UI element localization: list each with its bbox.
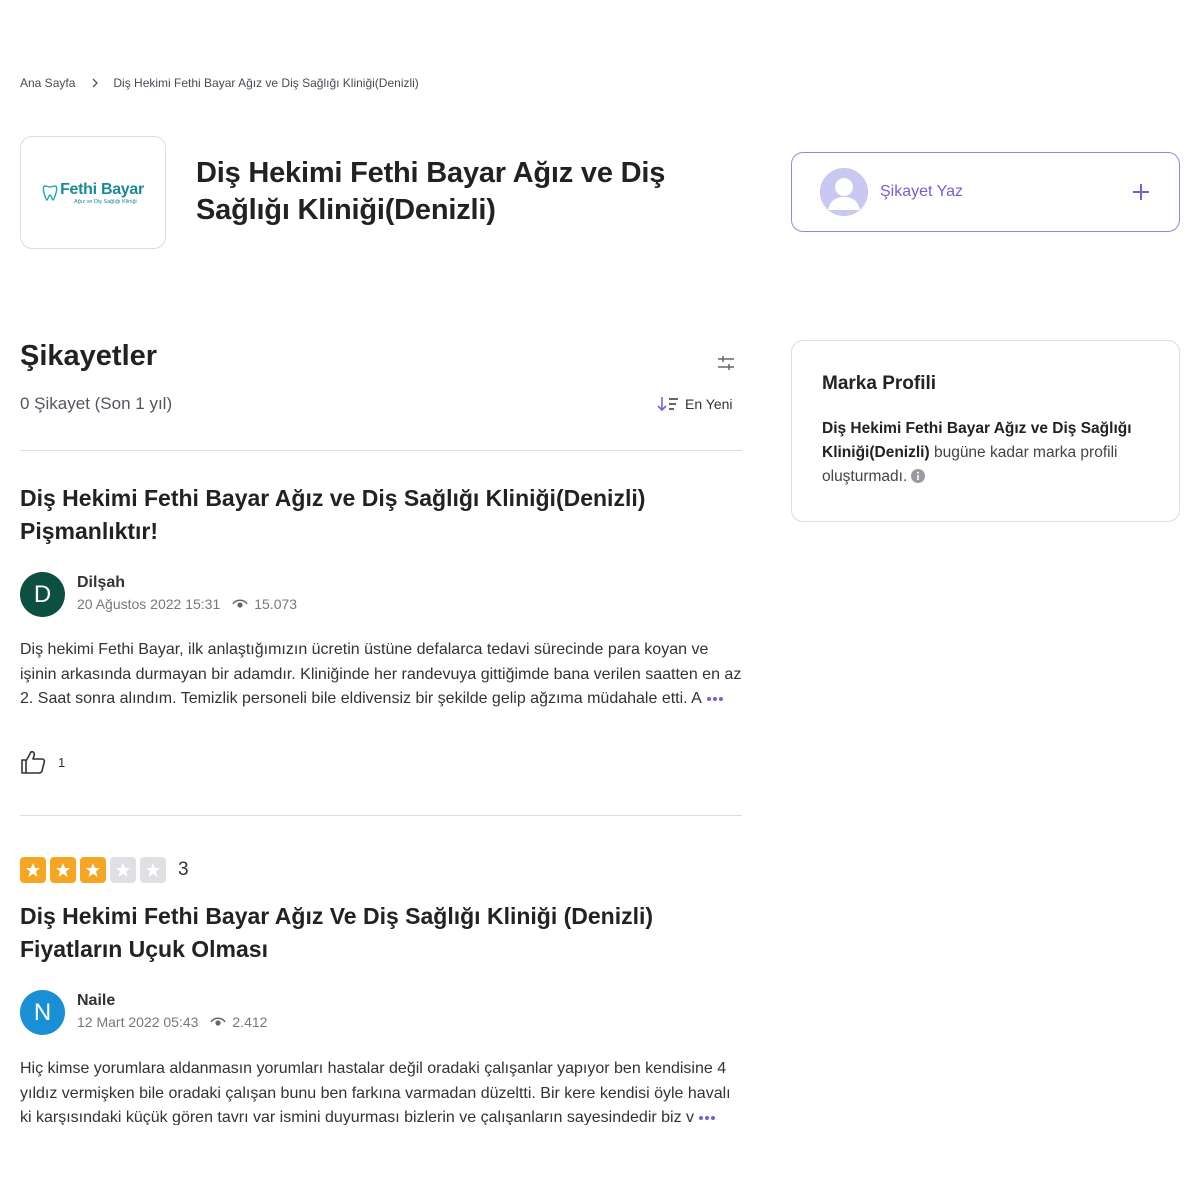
complaint-title[interactable]: Diş Hekimi Fethi Bayar Ağız ve Diş Sağlı…	[20, 482, 740, 548]
brand-profile-card: Marka Profili Diş Hekimi Fethi Bayar Ağı…	[791, 340, 1180, 522]
tooth-icon	[42, 184, 58, 201]
star-filled-icon	[20, 857, 46, 883]
breadcrumb-current: Diş Hekimi Fethi Bayar Ağız ve Diş Sağlı…	[113, 76, 419, 90]
star-rating: 3	[20, 857, 189, 883]
sort-descending-icon	[657, 397, 678, 412]
star-empty-icon	[140, 857, 166, 883]
logo-subtitle: Ağız ve Diş Sağlığı Kliniği	[74, 198, 137, 205]
plus-icon	[1133, 184, 1149, 200]
author-name[interactable]: Naile	[77, 992, 115, 1010]
complaint-body: Hiç kimse yorumlara aldanmasın yorumları…	[20, 1057, 742, 1125]
info-icon[interactable]	[911, 469, 926, 483]
breadcrumb-home-link[interactable]: Ana Sayfa	[20, 76, 75, 90]
more-dots-icon[interactable]	[698, 1115, 716, 1121]
eye-icon	[232, 599, 248, 608]
brand-profile-text: Diş Hekimi Fethi Bayar Ağız ve Diş Sağlı…	[822, 417, 1149, 489]
divider	[20, 815, 742, 816]
complaints-count: 0 Şikayet (Son 1 yıl)	[20, 394, 173, 413]
complaints-title: Şikayetler	[20, 340, 158, 372]
complaint-date: 20 Ağustos 2022 15:31	[77, 596, 221, 612]
complaint-meta: 20 Ağustos 2022 15:31 15.073	[77, 596, 297, 612]
user-avatar-icon	[820, 168, 868, 216]
brand-logo[interactable]: Fethi Bayar Ağız ve Diş Sağlığı Kliniği	[20, 136, 166, 249]
view-count: 15.073	[254, 596, 298, 612]
complaint-date: 12 Mart 2022 05:43	[77, 1014, 199, 1030]
eye-icon	[210, 1017, 227, 1026]
write-complaint-button[interactable]: Şikayet Yaz	[791, 152, 1180, 232]
divider	[20, 450, 742, 451]
page-title: Diş Hekimi Fethi Bayar Ağız ve Diş Sağlı…	[196, 157, 666, 226]
complaint-body-text: Hiç kimse yorumlara aldanmasın yorumları…	[20, 1060, 731, 1125]
logo-name: Fethi Bayar	[60, 180, 144, 198]
complaint-title[interactable]: Diş Hekimi Fethi Bayar Ağız Ve Diş Sağlı…	[20, 900, 740, 966]
thumbs-up-icon	[21, 750, 46, 774]
star-filled-icon	[80, 857, 106, 883]
like-count: 1	[58, 754, 66, 770]
more-dots-icon[interactable]	[706, 696, 724, 702]
rating-value: 3	[178, 859, 189, 880]
star-empty-icon	[110, 857, 136, 883]
like-button[interactable]: 1	[20, 749, 65, 775]
avatar: N	[20, 990, 65, 1035]
chevron-right-icon	[92, 78, 99, 88]
filter-icon[interactable]	[716, 353, 736, 373]
brand-profile-title: Marka Profili	[822, 373, 937, 394]
complaint-body-text: Diş hekimi Fethi Bayar, ilk anlaştığımız…	[20, 641, 742, 707]
complaint-meta: 12 Mart 2022 05:43 2.412	[77, 1014, 267, 1030]
author-name[interactable]: Dilşah	[77, 574, 125, 592]
breadcrumb: Ana Sayfa Diş Hekimi Fethi Bayar Ağız ve…	[20, 76, 419, 90]
sort-button[interactable]: En Yeni	[657, 395, 733, 413]
avatar: D	[20, 572, 65, 617]
star-filled-icon	[50, 857, 76, 883]
sort-label: En Yeni	[685, 396, 733, 412]
view-count: 2.412	[232, 1014, 268, 1030]
complaint-body: Diş hekimi Fethi Bayar, ilk anlaştığımız…	[20, 638, 742, 738]
write-complaint-label: Şikayet Yaz	[880, 183, 964, 200]
